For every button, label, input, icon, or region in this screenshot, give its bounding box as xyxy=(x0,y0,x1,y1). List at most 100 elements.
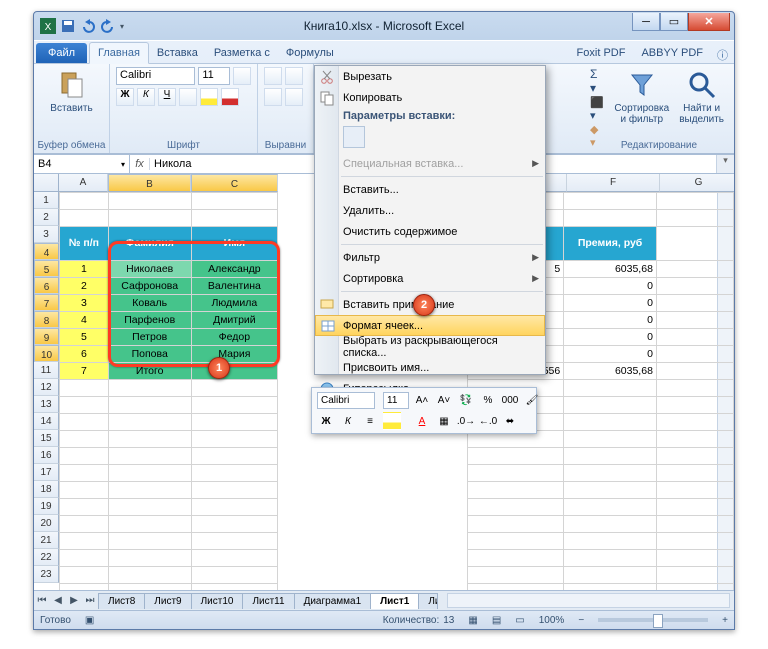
cell[interactable] xyxy=(656,312,733,329)
row-header-3[interactable]: 3 xyxy=(34,226,59,243)
cell[interactable] xyxy=(191,550,278,567)
cell[interactable]: 2 xyxy=(60,278,109,295)
cell[interactable]: 0 xyxy=(564,295,657,312)
mini-grow-font-icon[interactable]: A˄ xyxy=(413,391,431,409)
row-header-19[interactable]: 19 xyxy=(34,498,59,515)
paste-option-icon[interactable] xyxy=(343,126,365,148)
mini-comma-icon[interactable]: 000 xyxy=(501,391,519,409)
view-pagebreak-icon[interactable]: ▭ xyxy=(515,615,524,626)
sheet-tab[interactable]: Лист9 xyxy=(144,593,191,609)
font-size-select[interactable]: 11 xyxy=(198,67,230,85)
row-header-8[interactable]: 8 xyxy=(34,311,59,328)
cell[interactable] xyxy=(60,499,109,516)
autosum-icon[interactable]: Σ ▾ xyxy=(590,67,604,95)
cell[interactable] xyxy=(656,516,733,533)
cell[interactable]: Мария xyxy=(191,346,278,363)
mini-bold-button[interactable]: Ж xyxy=(317,412,335,430)
cell[interactable] xyxy=(564,448,657,465)
cell[interactable]: Премия, руб xyxy=(564,227,657,261)
mini-center-icon[interactable]: ≡ xyxy=(361,412,379,430)
cell[interactable]: Коваль xyxy=(108,295,191,312)
align-mid-button[interactable] xyxy=(285,67,303,85)
cell[interactable]: Сафронова xyxy=(108,278,191,295)
column-header-G[interactable]: G xyxy=(660,174,734,192)
mini-italic-button[interactable]: К xyxy=(339,412,357,430)
close-button[interactable]: ✕ xyxy=(688,13,730,31)
fill-color-button[interactable] xyxy=(200,88,218,106)
cell[interactable]: 6 xyxy=(60,346,109,363)
sheet-nav-last-icon[interactable]: ⏭ xyxy=(82,593,98,609)
name-box-dropdown-icon[interactable]: ▾ xyxy=(121,160,125,169)
view-normal-icon[interactable]: ▦ xyxy=(468,615,477,626)
row-header-11[interactable]: 11 xyxy=(34,362,59,379)
cell[interactable] xyxy=(564,380,657,397)
cell[interactable]: 6035,68 xyxy=(564,261,657,278)
cell[interactable] xyxy=(656,278,733,295)
horizontal-scrollbar[interactable] xyxy=(447,593,730,608)
cell[interactable] xyxy=(191,516,278,533)
cell[interactable] xyxy=(60,465,109,482)
cell[interactable] xyxy=(60,193,109,210)
row-header-2[interactable]: 2 xyxy=(34,209,59,226)
row-header-7[interactable]: 7 xyxy=(34,294,59,311)
cell[interactable] xyxy=(467,567,564,584)
tab-home[interactable]: Главная xyxy=(89,42,149,64)
cell[interactable] xyxy=(60,533,109,550)
mini-font-color-icon[interactable]: A xyxy=(413,412,431,430)
fill-icon[interactable]: ⬛ ▾ xyxy=(590,96,604,122)
sort-filter-button[interactable]: Сортировка и фильтр xyxy=(610,67,673,149)
row-header-21[interactable]: 21 xyxy=(34,532,59,549)
menu-filter[interactable]: Фильтр▶ xyxy=(315,247,545,268)
cell[interactable] xyxy=(656,499,733,516)
menu-pick-from-list[interactable]: Выбрать из раскрывающегося списка... xyxy=(315,336,545,357)
cell[interactable] xyxy=(191,363,278,380)
cell[interactable] xyxy=(108,414,191,431)
cell[interactable] xyxy=(60,397,109,414)
tab-formulas[interactable]: Формулы xyxy=(278,43,342,63)
cell[interactable] xyxy=(191,482,278,499)
menu-cut[interactable]: Вырезать xyxy=(315,66,545,87)
row-header-17[interactable]: 17 xyxy=(34,464,59,481)
cell[interactable] xyxy=(108,380,191,397)
minimize-button[interactable]: ─ xyxy=(632,13,660,31)
cell[interactable] xyxy=(108,550,191,567)
row-header-1[interactable]: 1 xyxy=(34,192,59,209)
cell[interactable]: 3 xyxy=(60,295,109,312)
tab-abbyy[interactable]: ABBYY PDF xyxy=(633,43,711,63)
cell[interactable] xyxy=(60,482,109,499)
row-header-15[interactable]: 15 xyxy=(34,430,59,447)
mini-percent-icon[interactable]: % xyxy=(479,391,497,409)
cell[interactable] xyxy=(191,448,278,465)
font-color-button[interactable] xyxy=(221,88,239,106)
name-box[interactable]: B4 ▾ xyxy=(34,155,130,173)
cell[interactable] xyxy=(60,567,109,584)
cell[interactable] xyxy=(60,516,109,533)
cell[interactable] xyxy=(191,380,278,397)
align-left-button[interactable] xyxy=(264,88,282,106)
cell[interactable] xyxy=(467,550,564,567)
cell[interactable] xyxy=(564,193,657,210)
column-header-F[interactable]: F xyxy=(567,174,660,192)
cell[interactable] xyxy=(191,397,278,414)
mini-fill-color-icon[interactable] xyxy=(383,412,401,430)
sheet-tab[interactable]: Лист1 xyxy=(370,593,419,609)
cell[interactable] xyxy=(60,414,109,431)
mini-accounting-icon[interactable]: 💱 xyxy=(457,391,475,409)
menu-sort[interactable]: Сортировка▶ xyxy=(315,268,545,289)
cell[interactable]: 0 xyxy=(564,346,657,363)
sheet-tab[interactable]: Лис xyxy=(418,593,438,609)
cell[interactable]: Александр xyxy=(191,261,278,278)
cell[interactable] xyxy=(564,550,657,567)
cell[interactable]: 4 xyxy=(60,312,109,329)
row-header-23[interactable]: 23 xyxy=(34,566,59,583)
cell[interactable] xyxy=(60,210,109,227)
cell[interactable] xyxy=(564,210,657,227)
cell[interactable] xyxy=(656,193,733,210)
cell[interactable] xyxy=(564,516,657,533)
sheet-nav-first-icon[interactable]: ⏮ xyxy=(34,593,50,609)
cell[interactable] xyxy=(60,448,109,465)
cell[interactable]: Итого xyxy=(108,363,191,380)
cell[interactable] xyxy=(467,516,564,533)
cell[interactable] xyxy=(656,414,733,431)
cell[interactable] xyxy=(108,499,191,516)
